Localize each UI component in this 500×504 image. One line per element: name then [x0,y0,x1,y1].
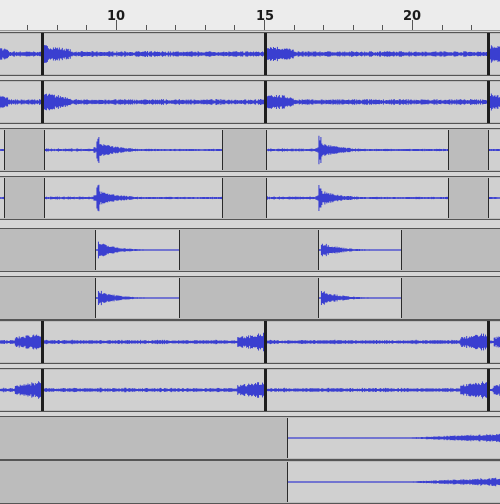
ruler-tick [56,25,58,30]
track-7[interactable] [0,320,500,364]
clip-boundary[interactable] [264,81,267,123]
ruler-tick [323,25,325,30]
audio-clip[interactable] [266,178,449,218]
clip-boundary[interactable] [487,369,490,411]
audio-clip[interactable] [0,130,5,170]
audio-clip[interactable] [44,130,223,170]
waveform [489,336,500,348]
audio-clip[interactable] [0,82,42,122]
ruler-tick [175,25,177,30]
waveform [267,184,448,212]
waveform [266,46,487,62]
waveform [266,93,487,111]
audio-clip[interactable] [488,178,500,218]
waveform [96,290,179,306]
track-2[interactable] [0,80,500,124]
audio-clip[interactable] [265,34,488,74]
clip-boundary[interactable] [264,33,267,75]
ruler-tick [27,25,29,30]
waveform [0,381,41,399]
waveform [489,45,500,63]
audio-clip[interactable] [42,34,265,74]
audio-clip[interactable] [318,230,402,270]
waveform [489,92,500,112]
audio-clip[interactable] [287,418,500,458]
waveform [0,48,41,60]
clip-boundary[interactable] [41,369,44,411]
waveform [0,148,4,152]
audio-clip[interactable] [488,130,500,170]
ruler-tick [352,25,354,30]
ruler-tick [471,25,473,30]
clip-boundary[interactable] [487,81,490,123]
waveform [267,135,448,165]
waveform [0,196,4,200]
track-1[interactable] [0,32,500,76]
audio-clip[interactable] [318,278,402,318]
timeline-ruler[interactable]: 10 15 20 [0,0,500,31]
track-4[interactable] [0,176,500,220]
waveform [45,136,222,164]
audio-clip[interactable] [0,178,5,218]
ruler-tick [412,20,413,30]
waveform [0,334,41,350]
ruler-tick [116,20,117,30]
waveform [489,196,500,200]
waveform [288,433,500,443]
waveform [489,384,500,396]
track-8[interactable] [0,368,500,412]
ruler-tick [264,20,265,30]
audio-clip[interactable] [44,178,223,218]
clip-boundary[interactable] [41,321,44,363]
waveform [489,148,500,152]
clip-boundary[interactable] [41,81,44,123]
audio-clip[interactable] [265,322,488,362]
ruler-tick [234,25,236,30]
waveform [319,291,401,305]
waveform [43,44,264,64]
track-area[interactable] [0,32,500,504]
waveform [266,381,487,399]
track-3[interactable] [0,128,500,172]
waveform [288,477,500,487]
audio-clip[interactable] [95,278,180,318]
ruler-tick [441,25,443,30]
audio-clip[interactable] [265,370,488,410]
clip-boundary[interactable] [264,369,267,411]
audio-clip[interactable] [42,322,265,362]
ruler-tick [86,25,88,30]
audio-clip[interactable] [0,370,42,410]
audio-clip[interactable] [265,82,488,122]
audio-clip[interactable] [266,130,449,170]
ruler-tick [145,25,147,30]
ruler-tick [382,25,384,30]
track-5[interactable] [0,228,500,272]
waveform [43,332,264,352]
ruler-tick [293,25,295,30]
audio-clip[interactable] [42,370,265,410]
audio-clip[interactable] [0,322,42,362]
waveform [0,95,41,109]
track-10[interactable] [0,460,500,504]
clip-boundary[interactable] [41,33,44,75]
track-9[interactable] [0,416,500,460]
waveform [319,243,401,257]
waveform [266,333,487,351]
audio-clip[interactable] [95,230,180,270]
track-6[interactable] [0,276,500,320]
waveform [43,93,264,111]
waveform [45,184,222,212]
waveform [43,382,264,398]
clip-boundary[interactable] [487,33,490,75]
waveform [96,241,179,259]
clip-boundary[interactable] [264,321,267,363]
audio-clip[interactable] [42,82,265,122]
clip-boundary[interactable] [487,321,490,363]
ruler-tick [204,25,206,30]
ruler-label-15: 15 [255,9,275,24]
audio-clip[interactable] [287,462,500,502]
audio-clip[interactable] [0,34,42,74]
